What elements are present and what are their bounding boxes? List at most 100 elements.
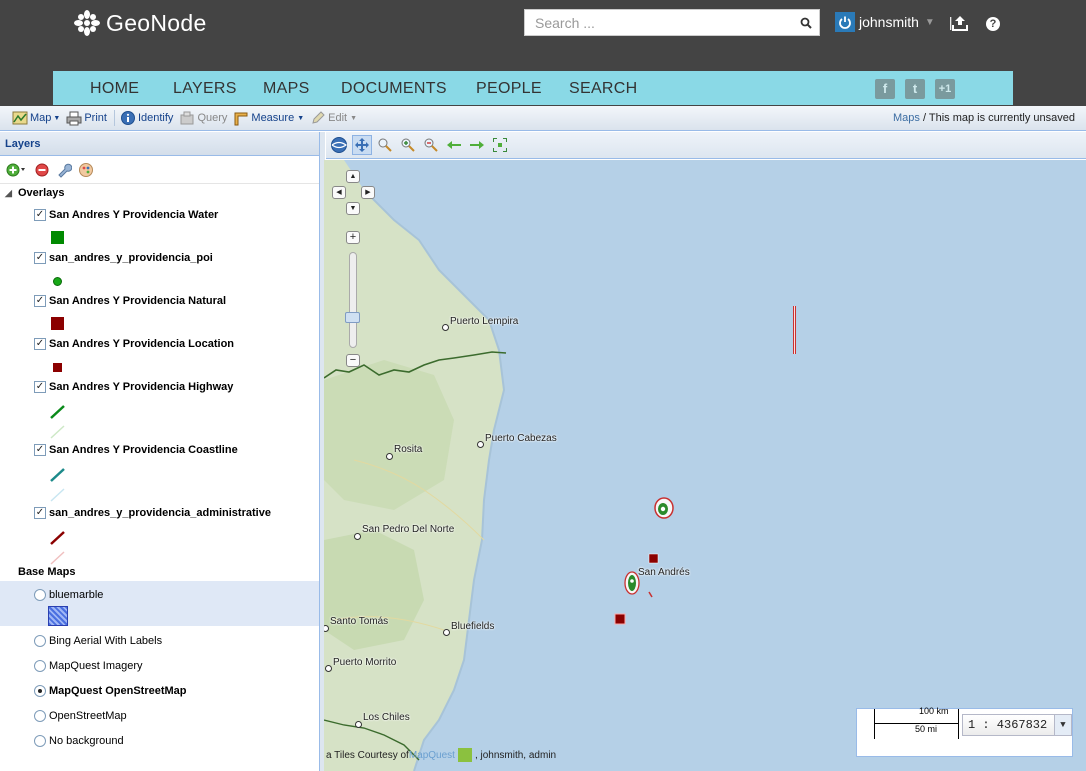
base-map-radio[interactable] — [34, 685, 46, 697]
nav-search[interactable]: SEARCH — [569, 80, 637, 98]
layer-checkbox[interactable]: ✓ — [34, 444, 46, 456]
base-map-row[interactable]: MapQuest Imagery — [34, 660, 143, 672]
nav-layers[interactable]: LAYERS — [173, 80, 237, 98]
history-forward-icon[interactable] — [467, 135, 487, 155]
layer-checkbox[interactable]: ✓ — [34, 338, 46, 350]
geonode-logo-icon — [74, 10, 100, 36]
map-canvas[interactable]: Puerto Lempira Puerto Cabezas Rosita San… — [324, 160, 1086, 771]
pencil-icon — [310, 110, 326, 126]
overlay-layer-row[interactable]: ✓ san_andres_y_providencia_poi — [34, 252, 213, 264]
zoom-slider-handle[interactable] — [345, 312, 360, 323]
attribution-link[interactable]: MapQuest — [409, 750, 455, 761]
edit-label: Edit — [328, 112, 348, 124]
toolbar-divider — [113, 110, 115, 126]
overlay-layer-row[interactable]: ✓ San Andres Y Providencia Natural — [34, 295, 226, 307]
identify-button[interactable]: Identify — [118, 108, 175, 128]
city-label: Santo Tomás — [330, 616, 389, 627]
base-map-radio[interactable] — [34, 635, 46, 647]
pan-icon[interactable] — [352, 135, 372, 155]
search-input[interactable] — [525, 10, 793, 35]
geonode-logo[interactable]: GeoNode — [73, 9, 207, 37]
city-label: Rosita — [394, 444, 423, 455]
city-label: San Pedro Del Norte — [362, 524, 455, 535]
measure-label: Measure — [251, 112, 295, 124]
layer-checkbox[interactable]: ✓ — [34, 295, 46, 307]
base-map-radio[interactable] — [34, 710, 46, 722]
overlays-group[interactable]: ◢ Overlays — [5, 187, 64, 199]
overlay-layer-row[interactable]: ✓ san_andres_y_providencia_administrative — [34, 507, 271, 519]
base-map-row[interactable]: Bing Aerial With Labels — [34, 635, 162, 647]
overlay-layer-row[interactable]: ✓ San Andres Y Providencia Coastline — [34, 444, 238, 456]
search-icon[interactable] — [793, 10, 819, 35]
breadcrumb-maps-link[interactable]: Maps — [893, 112, 920, 124]
history-back-icon[interactable] — [444, 135, 464, 155]
layer-checkbox[interactable]: ✓ — [34, 507, 46, 519]
nav-home[interactable]: HOME — [90, 80, 139, 98]
pan-right-button[interactable]: ▶ — [361, 186, 375, 199]
layer-name: San Andres Y Providencia Coastline — [49, 444, 238, 456]
zoom-box-icon[interactable] — [375, 135, 395, 155]
base-maps-label: Base Maps — [18, 566, 76, 578]
base-map-radio[interactable] — [34, 589, 46, 601]
facebook-icon[interactable]: f — [875, 79, 895, 99]
layer-name: San Andres Y Providencia Location — [49, 338, 235, 350]
zoom-slider-track[interactable] — [349, 252, 357, 348]
layer-checkbox[interactable]: ✓ — [34, 381, 46, 393]
twitter-icon[interactable]: t — [905, 79, 925, 99]
layer-checkbox[interactable]: ✓ — [34, 252, 46, 264]
base-map-radio[interactable] — [34, 735, 46, 747]
nav-people[interactable]: PEOPLE — [476, 80, 542, 98]
zoom-extent-icon[interactable] — [490, 135, 510, 155]
map-menu-button[interactable]: Map ▼ — [10, 108, 62, 128]
map-menu-label: Map — [30, 112, 52, 124]
city-label: Los Chiles — [363, 712, 410, 723]
layer-legend-swatch — [48, 527, 68, 567]
city-marker — [355, 721, 362, 728]
help-icon[interactable]: ? — [986, 17, 1000, 31]
layer-styles-button[interactable] — [77, 161, 95, 179]
query-button[interactable]: Query — [177, 108, 229, 128]
layer-checkbox[interactable]: ✓ — [34, 209, 46, 221]
pan-down-button[interactable]: ▼ — [346, 202, 360, 215]
zoom-in-button[interactable]: + — [346, 231, 360, 244]
measure-menu-button[interactable]: Measure ▼ — [231, 108, 306, 128]
base-map-row[interactable]: OpenStreetMap — [34, 710, 127, 722]
overlay-layer-row[interactable]: ✓ San Andres Y Providencia Location — [34, 338, 234, 350]
zoom-out-icon[interactable] — [421, 135, 441, 155]
main-nav: HOME LAYERS MAPS DOCUMENTS PEOPLE SEARCH — [53, 71, 1013, 105]
scale-select[interactable]: 1 : 4367832 ▼ — [962, 714, 1072, 736]
scale-km-label: 100 km — [919, 706, 949, 716]
layer-name: San Andres Y Providencia Highway — [49, 381, 234, 393]
zoom-in-icon[interactable] — [398, 135, 418, 155]
upload-icon[interactable] — [951, 14, 969, 32]
overlay-layer-row[interactable]: ✓ San Andres Y Providencia Highway — [34, 381, 233, 393]
globe-icon[interactable] — [329, 135, 349, 155]
edit-menu-button[interactable]: Edit ▼ — [308, 108, 359, 128]
layer-properties-button[interactable] — [55, 161, 73, 179]
layer-legend-swatch — [51, 231, 64, 244]
layer-name: San Andres Y Providencia Water — [49, 209, 219, 221]
plusone-icon[interactable]: +1 — [935, 79, 955, 99]
base-maps-group[interactable]: Base Maps — [18, 566, 75, 578]
print-button[interactable]: Print — [64, 108, 109, 128]
overlay-layer-row[interactable]: ✓ San Andres Y Providencia Water — [34, 209, 218, 221]
collapse-arrow-icon[interactable]: ◢ — [5, 188, 18, 199]
nav-documents[interactable]: DOCUMENTS — [341, 80, 447, 98]
remove-layer-button[interactable] — [33, 161, 51, 179]
base-map-row[interactable]: MapQuest OpenStreetMap — [34, 685, 187, 697]
chevron-down-icon[interactable]: ▼ — [1054, 715, 1071, 735]
city-label: San Andrés — [638, 567, 690, 578]
base-map-row[interactable]: bluemarble — [34, 589, 103, 601]
base-map-row[interactable]: No background — [34, 735, 124, 747]
mapquest-logo-icon — [457, 748, 472, 762]
scale-mi-label: 50 mi — [915, 724, 938, 734]
base-map-radio[interactable] — [34, 660, 46, 672]
base-map-name: MapQuest Imagery — [49, 660, 143, 672]
user-menu[interactable]: johnsmith ▼ | — [835, 12, 952, 32]
pan-up-button[interactable]: ▲ — [346, 170, 360, 183]
add-layer-button[interactable] — [5, 161, 29, 179]
pan-left-button[interactable]: ◀ — [332, 186, 346, 199]
attribution-prefix: a Tiles Courtesy of — [326, 749, 409, 761]
zoom-out-button[interactable]: − — [346, 354, 360, 367]
nav-maps[interactable]: MAPS — [263, 80, 310, 98]
